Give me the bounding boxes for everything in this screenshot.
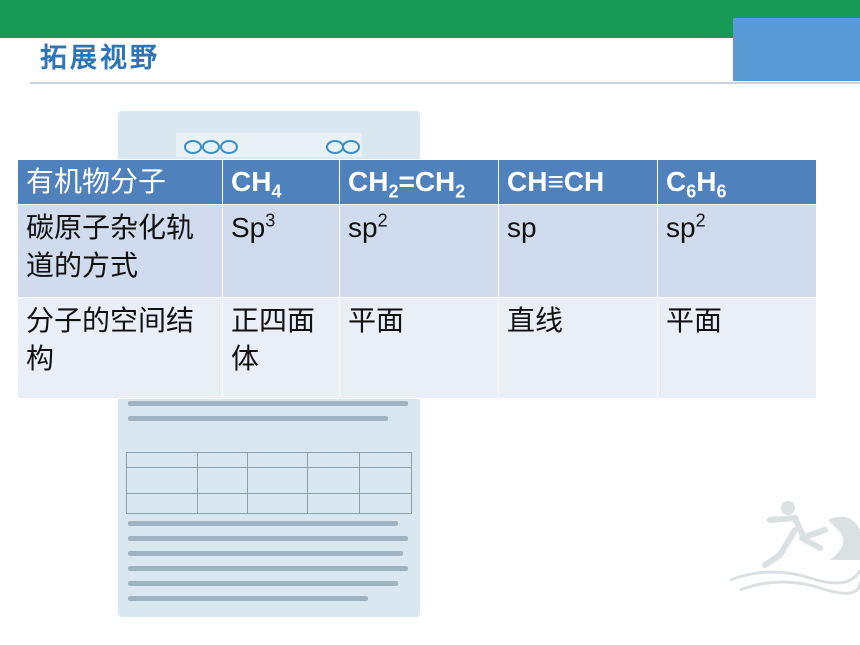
header-cell-molecule: 有机物分子: [17, 159, 223, 205]
header-cell-acetylene: CH≡CH: [498, 159, 658, 205]
table-row: 碳原子杂化轨道的方式 Sp3 sp2 sp sp2: [17, 204, 817, 298]
header-cell-ethylene: CH2=CH2: [339, 159, 499, 205]
row-label-geometry: 分子的空间结构: [17, 297, 223, 399]
cell-benzene-hybridization: sp2: [657, 204, 817, 298]
table-header-row: 有机物分子 CH4 CH2=CH2 CH≡CH C6H6: [17, 159, 817, 205]
table-row: 分子的空间结构 正四面体 平面 直线 平面: [17, 297, 817, 399]
runner-logo-watermark: [729, 501, 860, 595]
title-underline: [30, 82, 860, 84]
top-green-bar: [0, 0, 860, 38]
cell-benzene-geometry: 平面: [657, 297, 817, 399]
cell-ethylene-hybridization: sp2: [339, 204, 499, 298]
cell-ch4-geometry: 正四面体: [222, 297, 340, 399]
slide-title: 拓展视野: [40, 43, 160, 74]
corner-accent-box: [733, 18, 860, 81]
row-label-hybridization: 碳原子杂化轨道的方式: [17, 204, 223, 298]
cell-acetylene-hybridization: sp: [498, 204, 658, 298]
orbital-diagram-image: [176, 133, 362, 157]
header-cell-benzene: C6H6: [657, 159, 817, 205]
cell-ch4-hybridization: Sp3: [222, 204, 340, 298]
cell-acetylene-geometry: 直线: [498, 297, 658, 399]
header-cell-ch4: CH4: [222, 159, 340, 205]
textbook-mini-table-image: [126, 452, 412, 514]
cell-ethylene-geometry: 平面: [339, 297, 499, 399]
hybridization-table: 有机物分子 CH4 CH2=CH2 CH≡CH C6H6 碳原子杂化轨道的方式 …: [17, 159, 817, 399]
